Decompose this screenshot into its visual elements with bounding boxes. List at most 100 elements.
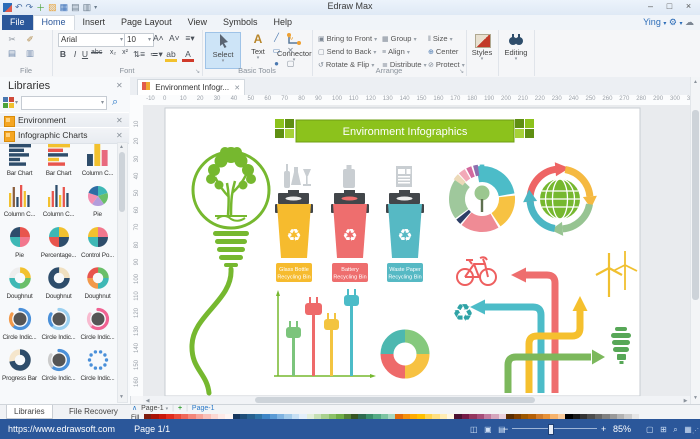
search-dropdown-icon[interactable]: ▾ xyxy=(101,99,104,106)
increase-font-icon[interactable]: A˄ xyxy=(152,33,165,43)
library-item[interactable]: Circle Indic... xyxy=(78,306,117,344)
highlight-icon[interactable]: ab xyxy=(165,49,177,62)
align-icon[interactable]: ≡▾ xyxy=(184,33,196,44)
library-scrollbar[interactable]: ▲ ▼ xyxy=(117,142,127,439)
collapse-pagebar-icon[interactable]: ∧ xyxy=(132,405,137,413)
library-item[interactable]: Bar Chart xyxy=(0,142,39,180)
scroll-down-icon[interactable]: ▼ xyxy=(117,394,126,400)
font-dialog-launcher-icon[interactable]: ↘ xyxy=(195,68,200,75)
decrease-font-icon[interactable]: A˅ xyxy=(168,33,181,43)
zoom-out-button[interactable]: − xyxy=(503,424,508,434)
section-close-icon[interactable]: ✕ xyxy=(116,131,123,140)
cut-icon[interactable]: ✂ xyxy=(6,34,18,45)
resize-grip[interactable]: ⋰ xyxy=(692,427,699,435)
recycling-bin-paper[interactable]: ♻ Waste Paper Recycling Bin xyxy=(386,190,424,282)
tab-symbols[interactable]: Symbols xyxy=(215,15,266,30)
send-to-back-button[interactable]: ▢Send to Back ▾ xyxy=(318,47,376,56)
library-item[interactable]: Control Po... xyxy=(78,224,117,262)
font-color-icon[interactable]: A xyxy=(182,49,194,62)
library-item[interactable]: Percentage... xyxy=(39,224,78,262)
library-item[interactable]: Circle Indic... xyxy=(0,306,39,344)
subscript-icon[interactable]: x₂ xyxy=(107,49,119,56)
sidebar-tab-file-recovery[interactable]: File Recovery xyxy=(62,405,125,418)
tab-home[interactable]: Home xyxy=(33,15,75,30)
page-tab[interactable]: Page-1 xyxy=(192,405,215,413)
crop-tool-icon[interactable]: ▢ xyxy=(284,58,297,70)
copy-icon[interactable]: ▥ xyxy=(24,48,36,59)
zoom-level[interactable]: 85% xyxy=(613,424,631,434)
library-item[interactable]: Pie xyxy=(0,224,39,262)
section-close-icon[interactable]: ✕ xyxy=(116,116,123,125)
document-tab-close-icon[interactable]: ✕ xyxy=(234,85,240,92)
sidebar-tab-libraries[interactable]: Libraries xyxy=(6,405,53,419)
drawing-canvas[interactable]: Environment Infographics xyxy=(143,105,690,404)
font-family-select[interactable]: Arial▾ xyxy=(58,33,126,47)
library-item[interactable]: Bar Chart xyxy=(39,142,78,180)
recycling-bin-glass[interactable]: ♻ Glass Bottle Recycling Bin xyxy=(275,190,313,282)
bullets-icon[interactable]: ≔▾ xyxy=(149,49,164,60)
maximize-button[interactable]: □ xyxy=(660,0,679,14)
bring-to-front-button[interactable]: ▣Bring to Front ▾ xyxy=(318,34,377,43)
tab-help[interactable]: Help xyxy=(265,15,300,30)
tab-insert[interactable]: Insert xyxy=(75,15,114,30)
recycling-bin-battery[interactable]: ♻ Battery Recycling Bin xyxy=(331,190,369,282)
library-item[interactable]: Progress Bar xyxy=(0,347,39,385)
select-tool-button[interactable]: Select▾ xyxy=(205,32,241,69)
library-item[interactable]: Column C... xyxy=(39,183,78,221)
banner-shape[interactable]: Environment Infographics xyxy=(275,119,534,142)
arc-tool-icon[interactable]: ∿ xyxy=(284,32,297,44)
add-page-button[interactable]: + xyxy=(178,405,182,413)
statusbar-url[interactable]: https://www.edrawsoft.com xyxy=(8,424,115,434)
strikethrough-icon[interactable]: abc xyxy=(90,49,103,56)
bold-icon[interactable]: B xyxy=(57,49,69,59)
tab-file[interactable]: File xyxy=(2,15,33,30)
canvas-hscrollbar[interactable]: ◀ ▶ xyxy=(143,396,690,404)
library-item[interactable]: Doughnut xyxy=(78,265,117,303)
library-item[interactable]: Column C... xyxy=(78,142,117,180)
library-item[interactable]: Pie xyxy=(78,183,117,221)
library-item[interactable]: Circle Indic... xyxy=(78,347,117,385)
library-category-icon[interactable] xyxy=(3,97,14,108)
rectangle-tool-icon[interactable]: ▭ xyxy=(270,45,283,57)
libraries-close-icon[interactable]: ✕ xyxy=(116,81,123,90)
normal-view-icon[interactable]: ◫ xyxy=(470,425,478,434)
library-search-input[interactable]: ▾ xyxy=(21,96,107,110)
close-button[interactable]: × xyxy=(679,0,698,14)
zoom-slider[interactable] xyxy=(512,428,597,429)
font-size-select[interactable]: 10▾ xyxy=(124,33,154,47)
page-dropdown[interactable]: Page-1 ▾ xyxy=(141,405,168,413)
library-item[interactable]: Doughnut xyxy=(39,265,78,303)
scroll-up-icon[interactable]: ▲ xyxy=(117,144,126,150)
group-button[interactable]: ▦Group ▾ xyxy=(382,34,417,43)
library-item[interactable]: Column C... xyxy=(0,183,39,221)
minimize-button[interactable]: – xyxy=(641,0,660,14)
superscript-icon[interactable]: x² xyxy=(119,49,131,56)
tab-page-layout[interactable]: Page Layout xyxy=(113,15,180,30)
cloud-icon[interactable]: ☁ xyxy=(685,17,694,27)
library-item[interactable]: Circle Indic... xyxy=(39,306,78,344)
grid-view-icon[interactable]: ⊞ xyxy=(660,425,667,434)
format-painter-icon[interactable]: ✐ xyxy=(24,34,36,45)
library-item[interactable]: Doughnut xyxy=(0,265,39,303)
page-view-icon[interactable]: ▣ xyxy=(484,425,492,434)
zoom-in-button[interactable]: + xyxy=(601,424,606,434)
size-button[interactable]: ‖Size ▾ xyxy=(428,34,453,43)
scroll-down-icon[interactable]: ▼ xyxy=(691,395,700,401)
pencil-tool-icon[interactable]: ✕ xyxy=(284,45,297,57)
find-icon[interactable]: ⌕ xyxy=(673,425,677,434)
line-spacing-icon[interactable]: ⇅≡ xyxy=(132,49,146,60)
align-button[interactable]: ≡Align ▾ xyxy=(382,47,410,56)
line-tool-icon[interactable]: ╱ xyxy=(270,32,283,44)
library-item[interactable]: Circle Indic... xyxy=(39,347,78,385)
center-button[interactable]: ⊕Center xyxy=(428,47,458,56)
settings-gear-icon[interactable]: ⚙ xyxy=(669,17,677,27)
paste-icon[interactable]: ▤ xyxy=(6,48,18,59)
ellipse-tool-icon[interactable]: ● xyxy=(270,58,283,70)
canvas-vscrollbar[interactable]: ▲ ▼ xyxy=(690,77,700,404)
recycle-symbol-shape[interactable]: ♻ xyxy=(452,300,474,327)
thumbnails-icon[interactable]: ▦ xyxy=(684,425,692,434)
fit-window-icon[interactable]: ▢ xyxy=(646,425,654,434)
document-tab[interactable]: Environment Infogr... ✕ xyxy=(137,79,245,96)
search-icon[interactable]: ⌕ xyxy=(112,96,118,109)
zoom-slider-knob[interactable] xyxy=(548,424,554,435)
